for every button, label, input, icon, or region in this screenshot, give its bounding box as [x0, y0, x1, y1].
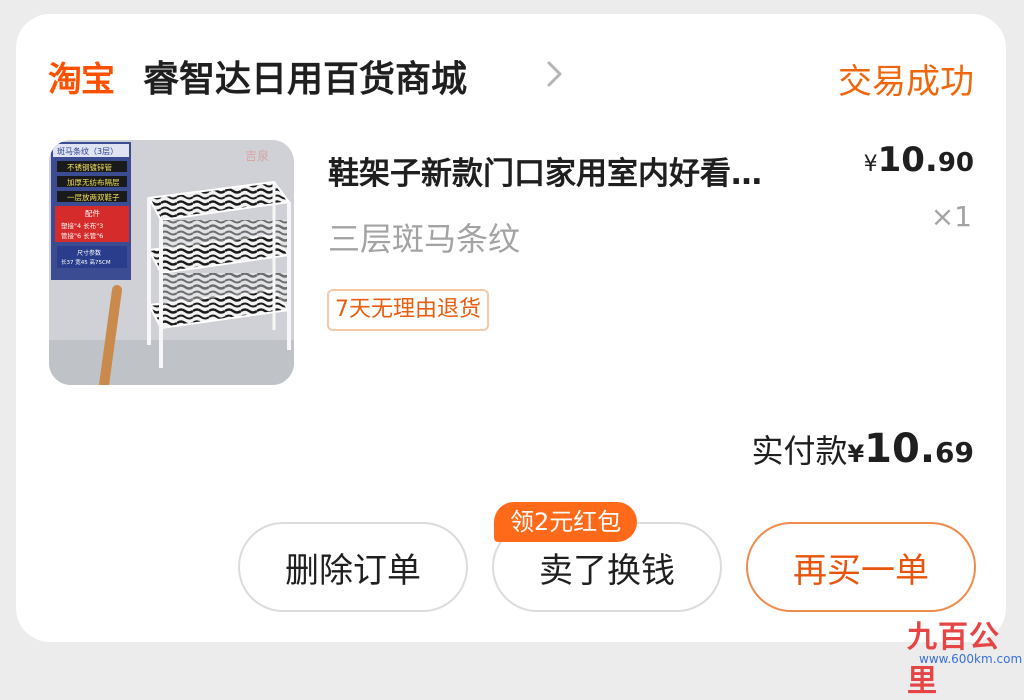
price-decimal: 90: [937, 148, 974, 178]
paid-decimal: 69: [935, 436, 974, 469]
buy-again-button[interactable]: 再买一单: [746, 522, 976, 612]
paid-integer: 10.: [864, 426, 936, 472]
taobao-logo: 淘宝: [48, 60, 115, 100]
shop-name-link[interactable]: 睿智达日用百货商城: [143, 50, 467, 102]
red-packet-badge: 领2元红包: [494, 502, 638, 542]
paid-symbol: ¥: [847, 440, 865, 468]
unit-price: ¥10.90: [864, 140, 974, 180]
price-symbol: ¥: [863, 152, 878, 177]
shoe-rack-illustration: 斑马条纹（3层） 不锈钢镀锌管 加厚无纺布隔层 一层放两双鞋子 配件 塑接"4 …: [49, 140, 294, 385]
product-sku: 三层斑马条纹: [328, 220, 521, 258]
image-header: 斑马条纹（3层）: [57, 146, 118, 156]
product-image[interactable]: 斑马条纹（3层） 不锈钢镀锌管 加厚无纺布隔层 一层放两双鞋子 配件 塑接"4 …: [49, 140, 294, 385]
watermark: 九百公里 www.600km.com: [895, 612, 1023, 699]
image-parts-title: 配件: [85, 208, 100, 218]
image-parts2: 管接"6 长管"6: [61, 231, 103, 240]
product-title[interactable]: 鞋架子新款门口家用室内好看…: [328, 148, 868, 193]
image-parts1: 塑接"4 长布"3: [61, 221, 103, 230]
image-line2: 加厚无纺布隔层: [67, 177, 120, 187]
price-integer: 10.: [877, 140, 938, 180]
chevron-right-icon[interactable]: [540, 57, 568, 91]
paid-label: 实付款: [751, 432, 848, 470]
image-line3: 一层放两双鞋子: [67, 192, 120, 202]
delete-order-button[interactable]: 删除订单: [238, 522, 468, 612]
return-policy-tag: 7天无理由退货: [327, 289, 489, 331]
image-size-title: 尺寸参数: [77, 249, 101, 257]
image-size: 长37 宽45 高75CM: [61, 258, 111, 266]
paid-amount: 实付款¥10.69: [751, 426, 974, 472]
order-status: 交易成功: [838, 62, 974, 102]
quantity: ×1: [930, 200, 972, 233]
image-line1: 不锈钢镀锌管: [67, 162, 112, 172]
watermark-url: www.600km.com: [919, 652, 1023, 666]
image-brand: 吉泉: [245, 149, 269, 163]
